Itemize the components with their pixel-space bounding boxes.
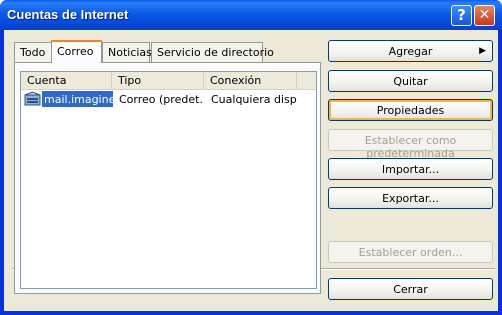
dialog-client-area: Todo Correo Noticias Servicio de directo… [4,30,498,311]
set-order-button[interactable]: Establecer orden... [328,241,493,263]
column-header-cuenta[interactable]: Cuenta [21,72,112,89]
accounts-listview[interactable]: Cuenta Tipo Conexión mail.imagine.... [20,71,317,289]
account-row[interactable]: mail.imagine.... Correo (predet... Cualq… [21,91,316,109]
mail-account-icon [24,91,41,106]
tab-servicio-de-directorio[interactable]: Servicio de directorio [151,42,274,62]
import-button[interactable]: Importar... [328,158,493,180]
column-header-tipo[interactable]: Tipo [112,72,204,89]
dialog-window: Cuentas de Internet ? ✕ Todo Correo Noti… [0,0,502,315]
cell-cuenta: mail.imagine.... [24,91,113,107]
remove-button[interactable]: Quitar [328,70,493,92]
listview-header: Cuenta Tipo Conexión [21,72,316,90]
cell-conexion: Cualquiera disp... [211,93,297,106]
tab-panel-correo: Cuenta Tipo Conexión mail.imagine.... [14,62,321,294]
window-title: Cuentas de Internet [7,7,129,22]
title-bar[interactable]: Cuentas de Internet ? ✕ [0,0,502,30]
set-default-button[interactable]: Establecer como predeterminada [328,129,493,160]
tab-todo[interactable]: Todo [14,42,52,62]
export-button[interactable]: Exportar... [328,187,493,209]
close-icon[interactable]: ✕ [474,5,495,26]
tab-correo[interactable]: Correo [51,40,102,63]
add-button-label: Agregar [388,45,433,58]
column-header-filler [297,72,316,89]
submenu-arrow-icon: ▶ [479,46,486,56]
properties-button[interactable]: Propiedades [328,99,493,121]
account-name: mail.imagine.... [42,91,113,107]
close-button[interactable]: Cerrar [328,278,493,300]
cell-tipo: Correo (predet... [119,93,203,106]
tab-noticias[interactable]: Noticias [102,42,152,62]
column-header-conexion[interactable]: Conexión [204,72,297,89]
help-icon[interactable]: ? [451,5,472,26]
add-button[interactable]: Agregar ▶ [328,40,493,62]
